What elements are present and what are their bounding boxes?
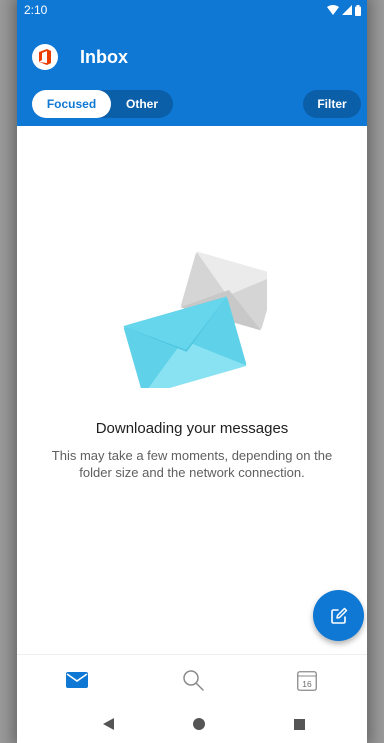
filter-button[interactable]: Filter	[303, 90, 361, 118]
wifi-icon	[327, 5, 339, 15]
phone-screen: 2:10 Inbox Focused Other Filter Download…	[17, 0, 367, 743]
tab-other[interactable]: Other	[111, 97, 173, 111]
empty-state-message: This may take a few moments, depending o…	[51, 448, 333, 480]
home-button[interactable]	[179, 705, 219, 743]
bottom-nav: 16	[17, 654, 367, 704]
compose-button[interactable]	[313, 590, 364, 641]
compose-icon	[330, 607, 347, 624]
office-icon[interactable]	[32, 44, 58, 70]
recents-button[interactable]	[279, 705, 319, 743]
nav-calendar[interactable]: 16	[277, 655, 337, 705]
app-header: 2:10 Inbox Focused Other Filter	[17, 0, 367, 126]
tab-focused[interactable]: Focused	[32, 90, 111, 118]
status-bar: 2:10	[17, 0, 367, 20]
calendar-icon: 16	[297, 670, 317, 691]
tab-other-label: Other	[125, 97, 158, 111]
nav-mail[interactable]	[47, 655, 107, 705]
envelopes-icon	[123, 251, 267, 388]
status-time: 2:10	[24, 3, 48, 17]
home-icon	[193, 718, 205, 730]
cellular-icon	[342, 5, 352, 15]
recents-icon	[293, 718, 305, 730]
battery-icon	[355, 4, 361, 16]
calendar-date: 16	[302, 679, 312, 689]
system-nav-bar	[17, 705, 367, 743]
back-button[interactable]	[88, 705, 128, 743]
back-icon	[102, 718, 114, 730]
filter-label: Filter	[317, 97, 347, 111]
status-icons	[327, 4, 361, 16]
inbox-pivot: Focused Other	[32, 90, 173, 118]
mail-icon	[66, 672, 88, 688]
tab-focused-label: Focused	[46, 97, 97, 111]
title-bar: Inbox	[32, 44, 128, 70]
page-title: Inbox	[80, 46, 128, 67]
search-icon	[183, 670, 204, 691]
nav-search[interactable]	[163, 655, 223, 705]
empty-state-title: Downloading your messages	[95, 420, 289, 437]
